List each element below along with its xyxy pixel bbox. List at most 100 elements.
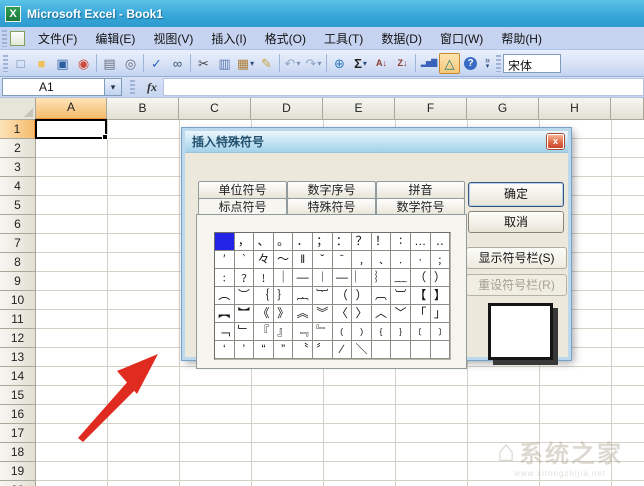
symbol-cell-r4c2[interactable]: 《 [254, 305, 274, 323]
menu-item-文件(F)[interactable]: 文件(F) [29, 27, 86, 50]
column-header-A[interactable]: A [36, 98, 107, 120]
symbol-cell-r3c4[interactable]: ︷ [293, 287, 313, 305]
symbol-cell-r1c4[interactable]: ‖ [293, 251, 313, 269]
symbol-cell-r2c1[interactable]: ﹖ [234, 269, 255, 287]
symbol-cell-r4c9[interactable]: ﹀ [391, 305, 411, 323]
symbol-cell-r4c6[interactable]: 〈 [332, 305, 353, 323]
symbol-cell-r6c0[interactable]: ‘ [215, 341, 235, 359]
tab-拼音[interactable]: 拼音 [376, 181, 465, 199]
symbol-cell-r2c6[interactable]: ― [332, 269, 353, 287]
symbol-cell-r0c7[interactable]: ？ [352, 233, 372, 251]
symbol-cell-r3c3[interactable]: ｝ [273, 287, 294, 305]
row-header-9[interactable]: 9 [0, 272, 36, 291]
symbol-cell-r5c8[interactable]: ﹛ [371, 323, 392, 341]
column-header-B[interactable]: B [107, 98, 179, 120]
show-symbol-bar-button[interactable]: 显示符号栏(S) [466, 247, 567, 269]
copy-icon[interactable] [214, 53, 235, 74]
formula-input[interactable] [163, 78, 644, 96]
symbol-cell-r1c7[interactable]: ﹐ [352, 251, 372, 269]
column-header-D[interactable]: D [251, 98, 323, 120]
column-header-C[interactable]: C [179, 98, 251, 120]
menu-item-数据(D)[interactable]: 数据(D) [372, 27, 431, 50]
symbol-cell-r6c10[interactable] [410, 341, 431, 359]
row-header-3[interactable]: 3 [0, 158, 36, 177]
menu-item-工具(T)[interactable]: 工具(T) [315, 27, 372, 50]
print-icon[interactable] [99, 53, 120, 74]
symbol-cell-r1c0[interactable]: ′ [215, 251, 235, 269]
row-header-8[interactable]: 8 [0, 253, 36, 272]
menu-item-帮助(H)[interactable]: 帮助(H) [492, 27, 551, 50]
autosum-icon[interactable] [350, 53, 371, 74]
symbol-cell-r0c4[interactable]: ． [293, 233, 313, 251]
paste-icon[interactable] [235, 53, 256, 74]
symbol-cell-r5c10[interactable]: ﹝ [410, 323, 431, 341]
menu-item-编辑(E)[interactable]: 编辑(E) [86, 27, 144, 50]
font-name-combobox[interactable]: 宋体 [503, 53, 561, 73]
row-header-4[interactable]: 4 [0, 177, 36, 196]
symbol-cell-r2c2[interactable]: ﹗ [254, 269, 274, 287]
symbol-cell-r0c8[interactable]: ！ [371, 233, 392, 251]
symbol-cell-r6c3[interactable]: ” [273, 341, 294, 359]
symbol-cell-r6c9[interactable] [391, 341, 411, 359]
row-header-20[interactable]: 20 [0, 481, 36, 486]
symbol-cell-r1c5[interactable]: ˇ [312, 251, 333, 269]
new-document-icon[interactable] [10, 53, 31, 74]
symbol-cell-r6c8[interactable] [371, 341, 392, 359]
hyperlink-icon[interactable] [329, 53, 350, 74]
symbol-cell-r0c0[interactable] [215, 233, 235, 251]
symbol-cell-r3c0[interactable]: ︵ [215, 287, 235, 305]
symbol-cell-r3c7[interactable]: ） [352, 287, 372, 305]
symbol-cell-r1c8[interactable]: ﹑ [371, 251, 392, 269]
symbol-cell-r5c1[interactable]: ﹂ [234, 323, 255, 341]
column-header-partial[interactable] [611, 98, 644, 120]
symbol-cell-r5c7[interactable]: ﹚ [352, 323, 372, 341]
toolbar-options-chevron-icon[interactable] [481, 53, 494, 74]
column-header-E[interactable]: E [323, 98, 395, 120]
undo-icon[interactable] [282, 53, 303, 74]
row-header-15[interactable]: 15 [0, 386, 36, 405]
symbol-cell-r4c11[interactable]: 」 [430, 305, 451, 323]
symbol-cell-r3c1[interactable]: ︶ [234, 287, 255, 305]
symbol-cell-r3c6[interactable]: （ [332, 287, 353, 305]
symbol-cell-r3c5[interactable]: ︸ [312, 287, 333, 305]
symbol-cell-r4c3[interactable]: 》 [273, 305, 294, 323]
formula-bar-grip-handle[interactable] [130, 79, 135, 95]
symbol-cell-r0c9[interactable]: ∶ [391, 233, 411, 251]
row-header-18[interactable]: 18 [0, 443, 36, 462]
formatting-toolbar-grip-handle[interactable] [496, 54, 501, 72]
sort-ascending-icon[interactable] [371, 53, 392, 74]
symbol-cell-r6c11[interactable] [430, 341, 451, 359]
symbol-cell-r1c1[interactable]: ‵ [234, 251, 255, 269]
column-header-F[interactable]: F [395, 98, 467, 120]
symbol-cell-r2c10[interactable]: （ [410, 269, 431, 287]
row-header-7[interactable]: 7 [0, 234, 36, 253]
symbol-cell-r4c0[interactable]: ︻ [215, 305, 235, 323]
symbol-cell-r5c0[interactable]: ﹁ [215, 323, 235, 341]
symbol-cell-r5c3[interactable]: 』 [273, 323, 294, 341]
symbol-cell-r6c6[interactable]: ∕ [332, 341, 353, 359]
menu-item-插入(I)[interactable]: 插入(I) [202, 27, 255, 50]
symbol-cell-r5c5[interactable]: ﹄ [312, 323, 333, 341]
symbol-cell-r6c7[interactable]: ＼ [352, 341, 372, 359]
symbol-cell-r2c8[interactable]: ︴ [371, 269, 392, 287]
symbol-cell-r0c11[interactable]: ‥ [430, 233, 451, 251]
symbol-cell-r3c11[interactable]: 】 [430, 287, 451, 305]
spelling-icon[interactable] [146, 53, 167, 74]
symbol-cell-r1c11[interactable]: ﹔ [430, 251, 451, 269]
permission-icon[interactable] [73, 53, 94, 74]
row-header-14[interactable]: 14 [0, 367, 36, 386]
row-header-19[interactable]: 19 [0, 462, 36, 481]
symbol-cell-r3c10[interactable]: 【 [410, 287, 431, 305]
symbol-cell-r1c6[interactable]: ˉ [332, 251, 353, 269]
cancel-button[interactable]: 取消 [468, 211, 564, 233]
symbol-cell-r1c10[interactable]: · [410, 251, 431, 269]
symbol-cell-r1c2[interactable]: 々 [254, 251, 274, 269]
row-header-10[interactable]: 10 [0, 291, 36, 310]
symbol-cell-r2c0[interactable]: ﹕ [215, 269, 235, 287]
menu-item-视图(V)[interactable]: 视图(V) [144, 27, 202, 50]
symbol-cell-r6c1[interactable]: ’ [234, 341, 255, 359]
symbol-cell-r0c6[interactable]: ： [332, 233, 353, 251]
symbol-cell-r0c5[interactable]: ； [312, 233, 333, 251]
name-box-dropdown-icon[interactable] [105, 78, 122, 96]
symbol-cell-r0c1[interactable]: ， [234, 233, 255, 251]
